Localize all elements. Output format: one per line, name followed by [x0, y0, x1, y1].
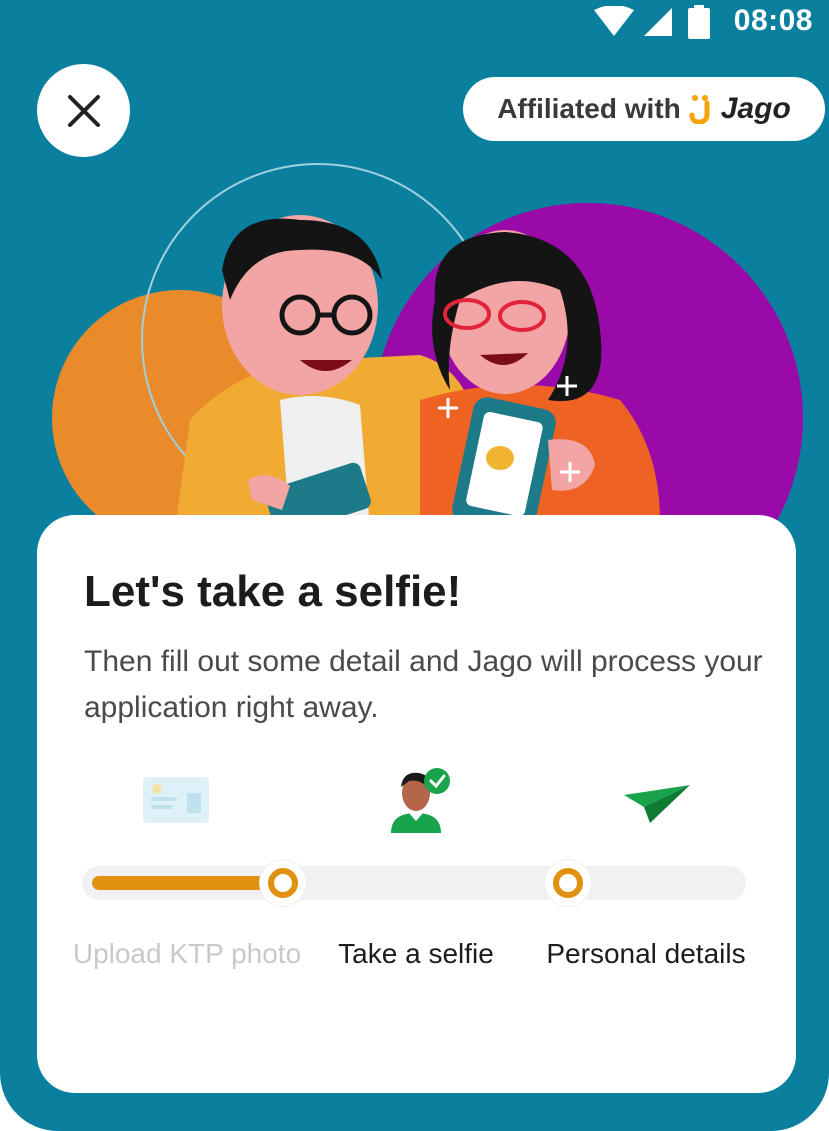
id-card-icon: [143, 777, 209, 823]
paper-plane-icon: [624, 785, 690, 823]
step-marker-personal-details: [545, 860, 591, 906]
close-button[interactable]: [37, 64, 130, 157]
selfie-check-icon: [391, 768, 450, 833]
wifi-icon: [594, 6, 634, 36]
step-marker-selfie: [260, 860, 306, 906]
selfie-intro-card: Let's take a selfie! Then fill out some …: [37, 515, 796, 1093]
progress-fill: [92, 876, 285, 890]
card-description: Then fill out some detail and Jago will …: [84, 645, 763, 724]
step-label-personal-details: Personal details: [546, 938, 746, 969]
affiliate-badge: Affiliated with Jago: [463, 77, 825, 141]
battery-icon: [688, 5, 710, 39]
status-bar: 08:08: [0, 0, 829, 44]
signal-icon: [644, 8, 672, 36]
card-title: Let's take a selfie!: [84, 567, 462, 616]
close-icon: [67, 94, 100, 127]
app-screen: 08:08 Affiliated with Jago Let's take a …: [0, 0, 829, 1131]
status-time: 08:08: [733, 4, 813, 37]
step-label-upload-ktp: Upload KTP photo: [72, 938, 302, 969]
affiliate-brand: Jago: [720, 92, 791, 125]
affiliate-text: Affiliated with: [497, 93, 681, 124]
progress-track: [82, 860, 746, 906]
jago-logo-icon: [689, 95, 710, 124]
hero-illustration: [52, 163, 803, 530]
step-label-take-selfie: Take a selfie: [338, 938, 494, 969]
